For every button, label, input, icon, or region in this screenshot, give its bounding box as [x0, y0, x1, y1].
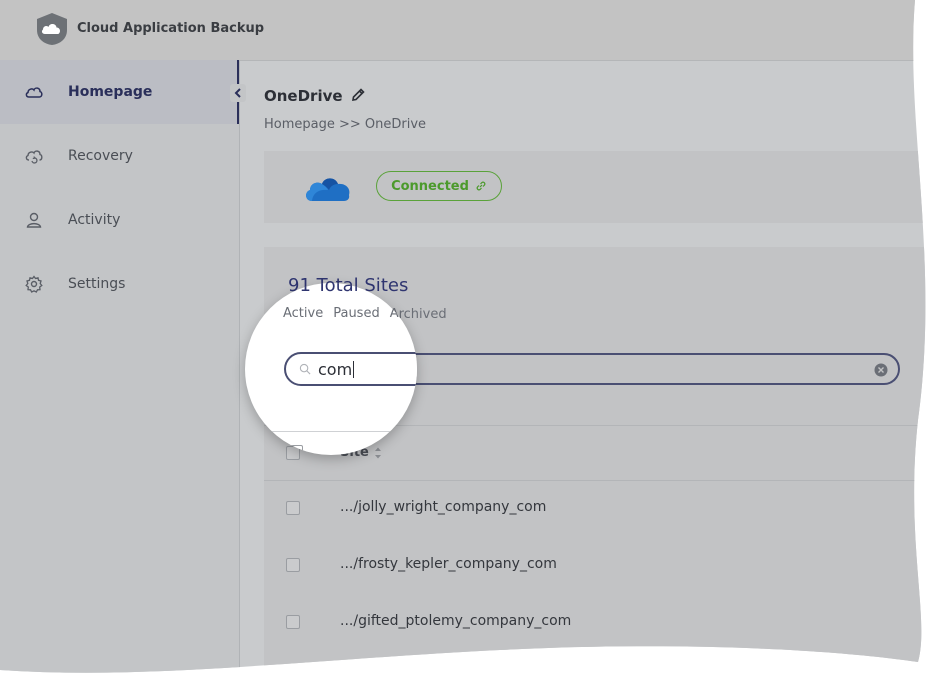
magnified-filter-tabs: Active Paused Archived: [283, 306, 417, 321]
table-row[interactable]: .../gifted_ptolemy_company_com: [264, 594, 926, 651]
magnified-checkbox: [286, 445, 303, 455]
text-caret: [353, 361, 354, 378]
row-checkbox[interactable]: [286, 615, 300, 629]
sidebar-item-label: Activity: [68, 212, 121, 228]
magnified-total-sites: 91 Total Sites: [288, 283, 409, 296]
app-logo-icon: [34, 12, 70, 46]
magnified-search-value: com: [318, 360, 354, 379]
clear-search-icon[interactable]: [874, 363, 888, 377]
user-icon: [24, 210, 44, 230]
app-window: Cloud Application Backup Homepage Recove…: [0, 0, 926, 675]
sidebar-item-activity[interactable]: Activity: [0, 188, 238, 252]
gear-icon: [24, 274, 44, 294]
magnified-filter-archived: Archived: [389, 306, 417, 321]
cloud-restore-icon: [24, 146, 44, 166]
sidebar-item-settings[interactable]: Settings: [0, 252, 238, 316]
page-title: OneDrive: [264, 87, 343, 105]
sidebar-item-label: Recovery: [68, 148, 133, 164]
site-path: .../jolly_wright_company_com: [340, 499, 547, 515]
sort-icon[interactable]: [374, 446, 382, 460]
table-row[interactable]: .../jolly_wright_company_com: [264, 480, 926, 537]
onedrive-logo-icon: [304, 171, 352, 203]
connected-status-badge[interactable]: Connected: [376, 171, 502, 201]
table-row[interactable]: .../frosty_kepler_company_com: [264, 537, 926, 594]
cloud-icon: [24, 82, 44, 102]
magnified-search-input: com: [284, 352, 417, 386]
sidebar: Homepage Recovery Activity Settings: [0, 60, 240, 675]
sidebar-item-homepage[interactable]: Homepage: [0, 60, 238, 124]
edit-pencil-icon[interactable]: [350, 87, 366, 103]
site-path: .../gifted_ptolemy_company_com: [340, 613, 572, 629]
magnified-filter-active: Active: [283, 306, 324, 321]
sidebar-item-label: Settings: [68, 276, 126, 292]
search-text: com: [318, 360, 353, 379]
row-checkbox[interactable]: [286, 558, 300, 572]
magnified-divider: [245, 431, 417, 432]
sidebar-item-label: Homepage: [68, 84, 153, 100]
breadcrumb[interactable]: Homepage >> OneDrive: [264, 117, 426, 132]
search-icon: [299, 363, 311, 375]
connection-card: Connected: [264, 151, 926, 223]
app-title: Cloud Application Backup: [77, 21, 265, 36]
site-path: .../frosty_kepler_company_com: [340, 556, 557, 572]
zoom-magnifier-callout: 91 Total Sites Active Paused Archived com: [245, 283, 417, 455]
magnified-filter-paused: Paused: [333, 306, 380, 321]
link-icon: [475, 180, 487, 192]
sidebar-item-recovery[interactable]: Recovery: [0, 124, 238, 188]
row-checkbox[interactable]: [286, 501, 300, 515]
table-row-partial[interactable]: [264, 651, 926, 675]
top-bar: Cloud Application Backup: [0, 0, 926, 61]
status-label: Connected: [391, 178, 469, 194]
